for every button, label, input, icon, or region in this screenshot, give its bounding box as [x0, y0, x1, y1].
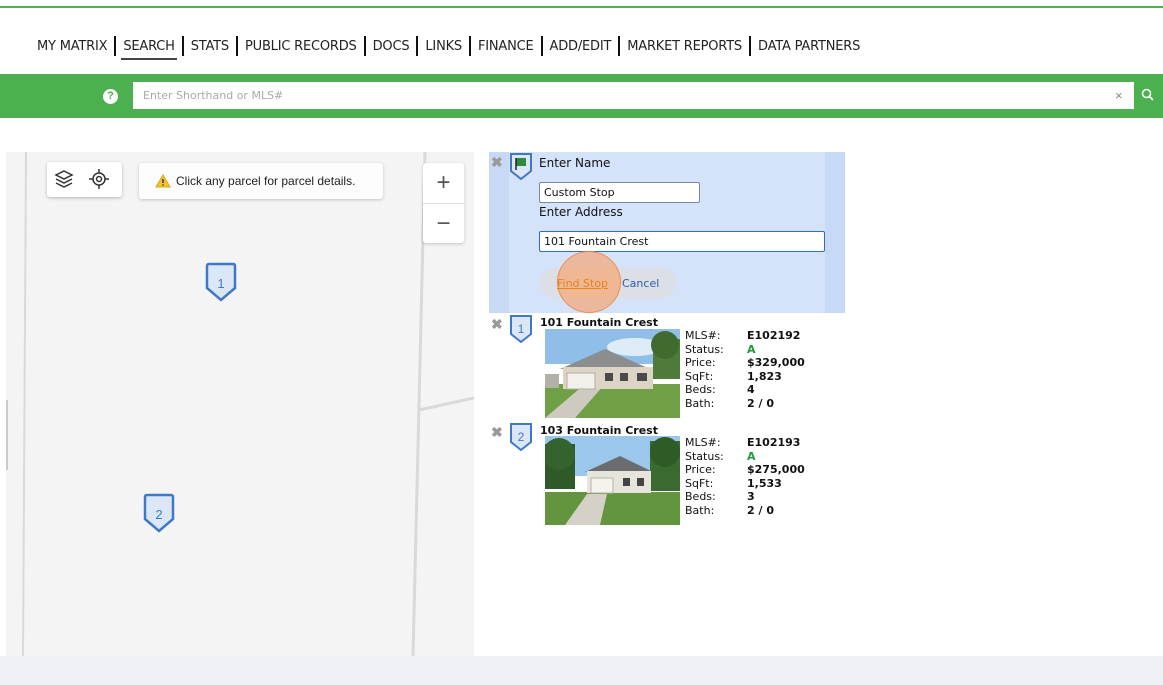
remove-stop-icon[interactable]: ✖ [491, 154, 503, 171]
stop-name-input[interactable] [539, 182, 700, 203]
clear-icon[interactable]: × [1115, 88, 1123, 103]
map-edge [6, 400, 8, 470]
nav-data-partners[interactable]: DATA PARTNERS [751, 39, 867, 54]
baths: 2 / 0 [747, 503, 774, 517]
nav-finance[interactable]: FINANCE [471, 39, 541, 54]
map-canvas[interactable] [6, 152, 474, 656]
zoom-out-button[interactable]: − [423, 204, 464, 244]
name-label: Enter Name [539, 156, 611, 170]
status-badge: A [747, 449, 756, 463]
price: $275,000 [747, 463, 805, 476]
status-badge: A [747, 342, 756, 356]
map-pin-label: 1 [217, 276, 224, 291]
remove-stop-icon[interactable]: ✖ [491, 424, 503, 441]
nav-public-records[interactable]: PUBLIC RECORDS [238, 39, 364, 54]
nav-market-reports[interactable]: MARKET REPORTS [620, 39, 749, 54]
nav-stats[interactable]: STATS [184, 39, 236, 54]
find-stop-button[interactable]: Find Stop [557, 277, 608, 290]
map-pin-2[interactable]: 2 [141, 493, 177, 533]
mls-number: E102192 [747, 329, 801, 342]
listing-details: MLS#: E102192 Status: A Price: $329,000 SqF… [685, 329, 805, 410]
zoom-control: + − [423, 163, 464, 243]
parcel-tip: Click any parcel for parcel details. [139, 163, 383, 199]
nav-add-edit[interactable]: ADD/EDIT [543, 39, 619, 54]
stop-pin-2: 2 [510, 423, 532, 452]
beds: 4 [747, 383, 755, 396]
address-label: Enter Address [539, 205, 623, 219]
footer-bar [0, 656, 1163, 685]
search-icon[interactable] [1139, 86, 1157, 104]
nav-links[interactable]: LINKS [418, 39, 469, 54]
locate-icon[interactable] [88, 168, 110, 190]
listing-photo[interactable] [545, 436, 680, 525]
nav-my-matrix[interactable]: MY MATRIX [30, 39, 114, 54]
beds: 3 [747, 490, 755, 503]
svg-text:1: 1 [518, 322, 525, 336]
listing-photo[interactable] [545, 329, 680, 418]
sqft: 1,533 [747, 476, 782, 490]
nav-docs[interactable]: DOCS [366, 39, 417, 54]
main-nav: MY MATRIX SEARCH STATS PUBLIC RECORDS DO… [30, 36, 867, 60]
warning-icon [155, 174, 171, 188]
price: $329,000 [747, 356, 805, 369]
mls-number: E102193 [747, 436, 801, 449]
parcel-tip-text: Click any parcel for parcel details. [176, 174, 356, 188]
layers-icon[interactable] [53, 168, 75, 190]
search-input[interactable] [133, 82, 1134, 109]
stop-pin-1: 1 [510, 315, 532, 344]
stop-address-input[interactable] [539, 231, 825, 252]
zoom-in-button[interactable]: + [423, 163, 464, 203]
map-tools [47, 162, 122, 197]
map-pin-label: 2 [155, 507, 162, 522]
cancel-button[interactable]: Cancel [622, 277, 659, 290]
flag-pin-icon [510, 153, 532, 180]
help-icon[interactable]: ? [103, 89, 118, 104]
baths: 2 / 0 [747, 396, 774, 410]
listing-details: MLS#: E102193 Status: A Price: $275,000 SqF… [685, 436, 805, 517]
map-pin-1[interactable]: 1 [203, 262, 239, 302]
remove-stop-icon[interactable]: ✖ [491, 316, 503, 333]
nav-search[interactable]: SEARCH [116, 39, 181, 60]
sqft: 1,823 [747, 369, 782, 383]
map-roads [22, 152, 474, 656]
svg-text:2: 2 [518, 430, 525, 444]
search-bar: ? × [0, 74, 1163, 118]
top-accent-line [0, 6, 1163, 8]
listing-address[interactable]: 101 Fountain Crest [540, 316, 658, 329]
